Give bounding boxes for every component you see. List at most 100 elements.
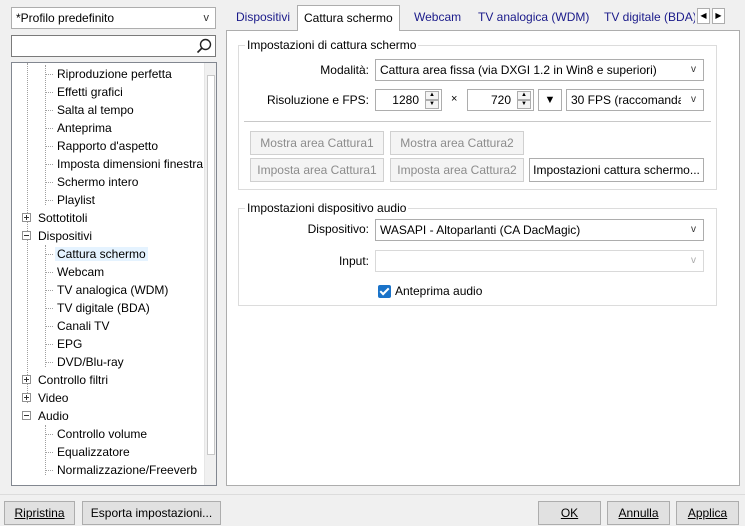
tree-guide-line — [45, 272, 53, 273]
tree-item-label: EPG — [57, 337, 83, 351]
tree-item[interactable]: DVD/Blu-ray — [55, 353, 126, 371]
search-icon[interactable] — [196, 38, 212, 57]
tree-item-label: Webcam — [57, 265, 105, 279]
tree-guide-line — [45, 470, 53, 471]
tree-item[interactable]: Effetti grafici — [55, 83, 125, 101]
tab[interactable]: Cattura schermo — [297, 5, 400, 31]
expand-icon[interactable] — [22, 375, 31, 384]
width-down-button[interactable]: ▼ — [425, 100, 439, 109]
tree-item-label: TV digitale (BDA) — [57, 301, 150, 315]
height-stepper[interactable]: 720 ▲ ▼ — [467, 89, 534, 111]
footer-divider — [0, 494, 745, 495]
show-area1-button[interactable]: Mostra area Cattura1 — [250, 131, 384, 155]
times-sign: × — [451, 93, 458, 105]
tab-scroll-right-button[interactable]: ▶ — [712, 8, 725, 24]
tree-item-label: Equalizzatore — [57, 445, 130, 459]
set-area2-button[interactable]: Imposta area Cattura2 — [390, 158, 524, 182]
tree-item[interactable]: Cattura schermo — [55, 245, 148, 263]
tree-item[interactable]: TV analogica (WDM) — [55, 281, 170, 299]
tree-item-label: Audio — [38, 409, 69, 423]
expand-icon[interactable] — [22, 393, 31, 402]
tree-guide-line — [45, 65, 46, 205]
tab-scroll-left-button[interactable]: ◀ — [697, 8, 710, 24]
reset-button[interactable]: Ripristina — [4, 501, 75, 525]
tree-item[interactable]: Audio — [22, 407, 71, 425]
device-select-value: WASAPI - Altoparlanti (CA DacMagic) — [380, 223, 581, 237]
export-settings-button[interactable]: Esporta impostazioni... — [82, 501, 221, 525]
capture-settings-button[interactable]: Impostazioni cattura schermo... — [529, 158, 704, 182]
collapse-icon[interactable] — [22, 231, 31, 240]
mode-select[interactable]: Cattura area fissa (via DXGI 1.2 in Win8… — [375, 59, 704, 81]
collapse-icon[interactable] — [22, 411, 31, 420]
tab[interactable]: Dispositivi — [230, 7, 296, 29]
input-select[interactable]: v — [375, 250, 704, 272]
tree-item[interactable]: Playlist — [55, 191, 97, 209]
height-up-button[interactable]: ▲ — [517, 91, 531, 100]
width-up-button[interactable]: ▲ — [425, 91, 439, 100]
tree-item[interactable]: Equalizzatore — [55, 443, 132, 461]
tab[interactable]: TV analogica (WDM) — [472, 7, 595, 29]
set-area1-button[interactable]: Imposta area Cattura1 — [250, 158, 384, 182]
profile-select-value: *Profilo predefinito — [16, 11, 115, 25]
settings-tree[interactable]: Riproduzione perfetta Effetti grafici Salt… — [11, 62, 217, 486]
tree-item[interactable]: Controllo volume — [55, 425, 149, 443]
show-area2-button[interactable]: Mostra area Cattura2 — [390, 131, 524, 155]
tree-item[interactable]: Riproduzione perfetta — [55, 65, 174, 83]
tree-item[interactable]: Webcam — [55, 263, 106, 281]
tree-guide-line — [45, 245, 46, 367]
width-stepper[interactable]: 1280 ▲ ▼ — [375, 89, 442, 111]
fps-select[interactable]: 30 FPS (raccomandato) v — [566, 89, 704, 111]
tree-item[interactable]: Canali TV — [55, 317, 111, 335]
tree-guide-line — [45, 74, 53, 75]
tab[interactable]: Webcam — [408, 7, 467, 29]
tree-item[interactable]: Salta al tempo — [55, 101, 136, 119]
apply-button[interactable]: Applica — [676, 501, 739, 525]
tree-item-label: Normalizzazione/Freeverb — [57, 463, 198, 477]
tree-guide-line — [45, 344, 53, 345]
search-input[interactable] — [11, 35, 216, 57]
cancel-label: Annulla — [618, 506, 659, 520]
tree-scrollbar[interactable] — [204, 63, 216, 485]
tree-item[interactable]: Anteprima — [55, 119, 114, 137]
audio-preview-checkbox[interactable] — [378, 285, 391, 298]
divider — [244, 121, 711, 122]
tree-item[interactable]: Rapporto d'aspetto — [55, 137, 160, 155]
tab[interactable]: TV digitale (BDA) — [598, 7, 695, 29]
tree-item[interactable]: EPG — [55, 335, 84, 353]
height-down-button[interactable]: ▼ — [517, 100, 531, 109]
resolution-label: Risoluzione e FPS: — [266, 93, 369, 107]
tree-item-label: Sottotitoli — [38, 211, 88, 225]
height-value: 720 — [490, 93, 511, 107]
tree-item[interactable]: Sottotitoli — [22, 209, 89, 227]
tree-guide-line — [45, 434, 53, 435]
chevron-down-icon: v — [691, 255, 696, 266]
audio-preview-label: Anteprima audio — [395, 284, 483, 298]
tree-guide-line — [45, 182, 53, 183]
mode-select-value: Cattura area fissa (via DXGI 1.2 in Win8… — [380, 63, 657, 77]
resolution-presets-button[interactable]: ▼ — [538, 89, 562, 111]
tree-item-label: Anteprima — [57, 121, 112, 135]
tree-item-label: Salta al tempo — [57, 103, 134, 117]
expand-icon[interactable] — [22, 213, 31, 222]
device-select[interactable]: WASAPI - Altoparlanti (CA DacMagic) v — [375, 219, 704, 241]
cancel-button[interactable]: Annulla — [607, 501, 670, 525]
tree-item[interactable]: TV digitale (BDA) — [55, 299, 152, 317]
tree-item-label: Canali TV — [57, 319, 110, 333]
ok-button[interactable]: OK — [538, 501, 601, 525]
tree-item[interactable]: Imposta dimensioni finestra — [55, 155, 205, 173]
tree-item-label: Effetti grafici — [57, 85, 123, 99]
profile-select[interactable]: *Profilo predefinito v — [11, 7, 216, 29]
tree-item[interactable]: Schermo intero — [55, 173, 140, 191]
tree-guide-line — [45, 164, 53, 165]
export-label: Esporta impostazioni... — [90, 506, 213, 520]
tree-item[interactable]: Video — [22, 389, 70, 407]
tree-item[interactable]: Dispositivi — [22, 227, 94, 245]
tree-guide-line — [45, 326, 53, 327]
tree-guide-line — [45, 362, 53, 363]
tree-item[interactable]: Controllo filtri — [22, 371, 110, 389]
tree-guide-line — [45, 128, 53, 129]
tree-scrollbar-thumb[interactable] — [207, 75, 215, 455]
tree-item[interactable]: Normalizzazione/Freeverb — [55, 461, 199, 479]
chevron-down-icon: v — [691, 64, 696, 75]
tree-item-label: Riproduzione perfetta — [57, 67, 172, 81]
